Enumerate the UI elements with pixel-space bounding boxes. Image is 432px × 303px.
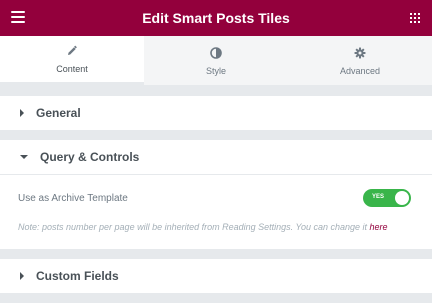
- tab-content-label: Content: [56, 64, 88, 74]
- tab-style-label: Style: [205, 65, 226, 76]
- section-query-controls-header[interactable]: Query & Controls: [0, 140, 432, 174]
- tab-style[interactable]: Style: [144, 36, 288, 85]
- spacer: [0, 86, 432, 96]
- hamburger-icon[interactable]: [11, 11, 25, 23]
- section-query-controls-body: Use as Archive Template YES Note: posts …: [0, 174, 432, 249]
- tab-advanced-label: Advanced: [339, 65, 381, 76]
- editor-header: Edit Smart Posts Tiles: [0, 0, 432, 36]
- pencil-icon: [65, 44, 79, 58]
- caret-down-icon: [20, 155, 28, 159]
- tab-advanced[interactable]: Advanced: [288, 36, 432, 85]
- section-general-header[interactable]: General: [0, 96, 432, 130]
- section-custom-fields-title: Custom Fields: [36, 269, 119, 283]
- archive-template-toggle[interactable]: YES: [363, 189, 411, 207]
- gear-icon: [353, 46, 367, 60]
- panel-title: Edit Smart Posts Tiles: [142, 10, 290, 26]
- grid-icon[interactable]: [410, 13, 420, 23]
- archive-template-control: Use as Archive Template YES: [18, 189, 414, 207]
- note-text: Note: posts number per page will be inhe…: [18, 222, 370, 232]
- section-query-controls-title: Query & Controls: [40, 150, 140, 164]
- tab-content[interactable]: Content: [0, 36, 144, 85]
- note-here-link[interactable]: here: [370, 222, 388, 232]
- panel-tabs: Content Style Advanced: [0, 36, 432, 86]
- section-custom-fields-header[interactable]: Custom Fields: [0, 259, 432, 293]
- caret-right-icon: [20, 109, 24, 117]
- caret-right-icon: [20, 272, 24, 280]
- reading-settings-note: Note: posts number per page will be inhe…: [18, 219, 414, 235]
- spacer: [0, 130, 432, 140]
- archive-template-label: Use as Archive Template: [18, 192, 128, 204]
- spacer: [0, 249, 432, 259]
- toggle-knob: [395, 191, 409, 205]
- toggle-state-text: YES: [372, 194, 385, 200]
- half-circle-icon: [209, 46, 223, 60]
- section-general-title: General: [36, 106, 81, 120]
